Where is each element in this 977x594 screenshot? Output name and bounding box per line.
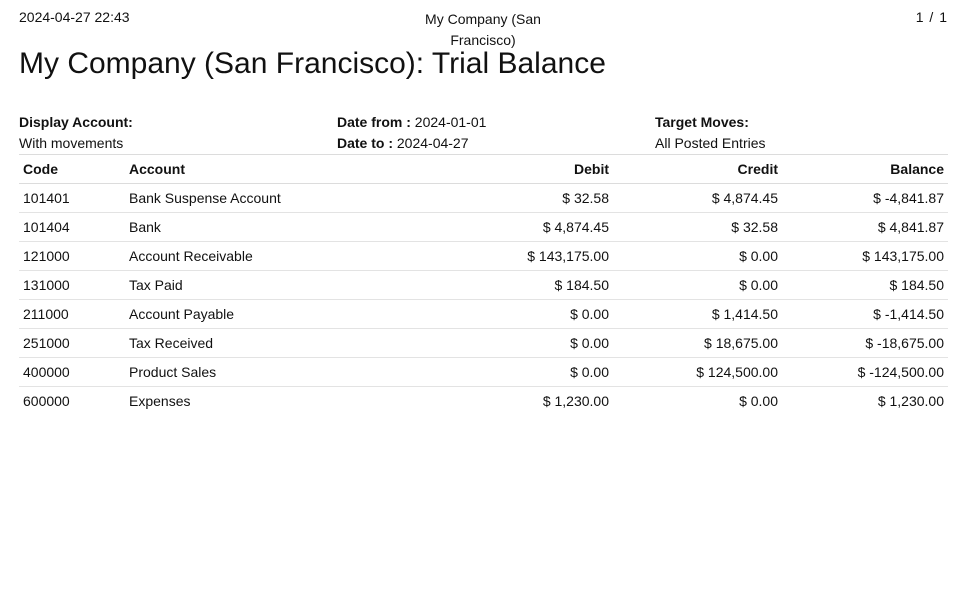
cell-debit: $ 32.58 <box>393 183 613 213</box>
cell-balance: $ 143,175.00 <box>782 241 948 271</box>
cell-account: Bank <box>125 212 393 242</box>
table-row: 400000 Product Sales $ 0.00 $ 124,500.00… <box>19 357 948 387</box>
cell-balance: $ -18,675.00 <box>782 328 948 358</box>
cell-credit: $ 1,414.50 <box>613 299 782 329</box>
cell-account: Account Receivable <box>125 241 393 271</box>
cell-balance: $ 1,230.00 <box>877 393 944 409</box>
column-header-balance: Balance <box>782 154 948 184</box>
display-account-value: With movements <box>19 135 124 151</box>
header-company: My Company (San Francisco) <box>425 11 541 48</box>
column-header-code: Code <box>19 154 125 184</box>
cell-debit: $ 4,874.45 <box>393 212 613 242</box>
table-row: 101404 Bank $ 4,874.45 $ 32.58 $ 4,841.8… <box>19 212 948 242</box>
cell-account: Bank Suspense Account <box>125 183 393 213</box>
display-account-label: Display Account: <box>19 114 133 130</box>
table-row: 131000 Tax Paid $ 184.50 $ 0.00 $ 184.50 <box>19 270 948 300</box>
target-moves-filter: Target Moves: All Posted Entries <box>655 112 766 154</box>
cell-account: Product Sales <box>125 357 393 387</box>
cell-account: Account Payable <box>125 299 393 329</box>
cell-credit: $ 124,500.00 <box>613 357 782 387</box>
page-title: My Company (San Francisco): Trial Balanc… <box>19 47 606 80</box>
table-row: 251000 Tax Received $ 0.00 $ 18,675.00 $… <box>19 328 948 358</box>
table-row: 101401 Bank Suspense Account $ 32.58 $ 4… <box>19 183 948 213</box>
cell-credit: $ 4,874.45 <box>613 183 782 213</box>
table-row: 600000 Expenses $ 1,230.00 $ 0.00 $ 1,23… <box>19 387 948 416</box>
cell-debit: $ 0.00 <box>393 357 613 387</box>
date-from-label: Date from : <box>337 114 411 130</box>
date-to-value: 2024-04-27 <box>396 135 469 151</box>
table-header-row: Code Account Debit Credit Balance <box>19 154 948 184</box>
column-header-debit: Debit <box>393 154 613 184</box>
cell-code: 101404 <box>19 212 125 242</box>
column-header-credit: Credit <box>613 154 782 184</box>
trial-balance-table: Code Account Debit Credit Balance 101401… <box>19 154 948 415</box>
cell-account: Tax Received <box>125 328 393 358</box>
cell-code: 400000 <box>19 357 125 387</box>
cell-debit: $ 184.50 <box>393 270 613 300</box>
cell-debit: $ 143,175.00 <box>393 241 613 271</box>
cell-code: 211000 <box>19 299 125 329</box>
cell-code: 600000 <box>23 393 70 409</box>
date-to-label: Date to : <box>337 135 393 151</box>
cell-credit: $ 18,675.00 <box>613 328 782 358</box>
display-account-filter: Display Account: With movements <box>19 112 133 154</box>
date-from-value: 2024-01-01 <box>414 114 487 130</box>
cell-credit: $ 0.00 <box>739 393 778 409</box>
cell-code: 131000 <box>19 270 125 300</box>
cell-debit: $ 0.00 <box>393 328 613 358</box>
cell-code: 251000 <box>19 328 125 358</box>
page-counter: 1 / 1 <box>915 9 948 25</box>
cell-account: Expenses <box>129 393 191 409</box>
cell-debit: $ 1,230.00 <box>542 393 609 409</box>
cell-balance: $ 4,841.87 <box>782 212 948 242</box>
target-moves-value: All Posted Entries <box>655 135 766 151</box>
cell-debit: $ 0.00 <box>393 299 613 329</box>
table-row: 121000 Account Receivable $ 143,175.00 $… <box>19 241 948 271</box>
cell-credit: $ 0.00 <box>613 270 782 300</box>
target-moves-label: Target Moves: <box>655 114 749 130</box>
column-header-account: Account <box>125 154 393 184</box>
table-row: 211000 Account Payable $ 0.00 $ 1,414.50… <box>19 299 948 329</box>
cell-balance: $ -1,414.50 <box>782 299 948 329</box>
cell-credit: $ 32.58 <box>613 212 782 242</box>
cell-balance: $ -124,500.00 <box>782 357 948 387</box>
date-range-filter: Date from : 2024-01-01 Date to : 2024-04… <box>337 112 486 154</box>
cell-balance: $ -4,841.87 <box>782 183 948 213</box>
cell-code: 121000 <box>19 241 125 271</box>
cell-account: Tax Paid <box>125 270 393 300</box>
cell-code: 101401 <box>19 183 125 213</box>
cell-credit: $ 0.00 <box>613 241 782 271</box>
cell-balance: $ 184.50 <box>782 270 948 300</box>
header-datetime: 2024-04-27 22:43 <box>19 9 130 25</box>
